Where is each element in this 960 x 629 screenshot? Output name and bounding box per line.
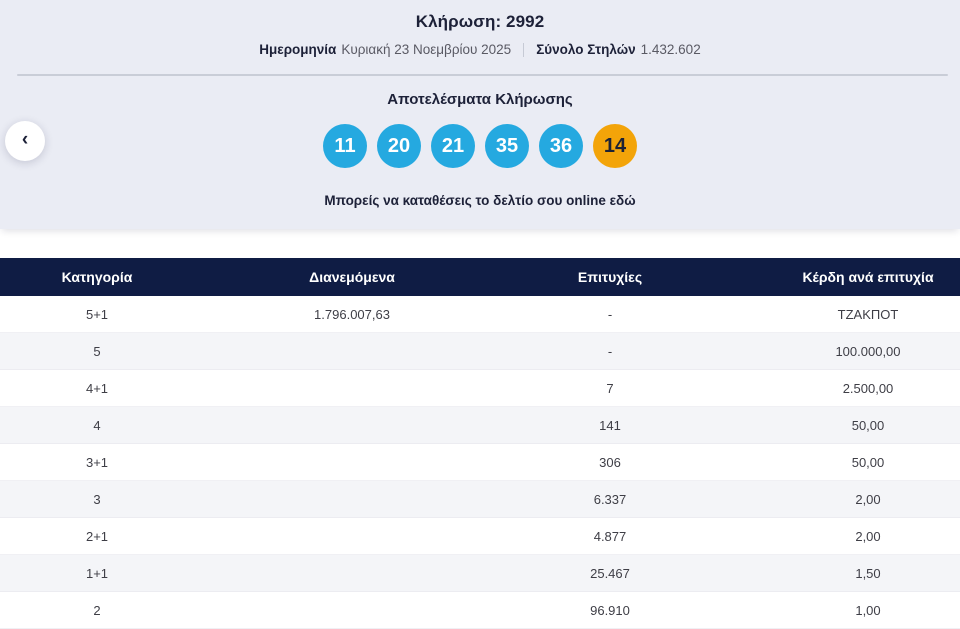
cell-prize: 2.500,00 bbox=[842, 380, 894, 396]
drawn-number-ball: 20 bbox=[377, 124, 421, 168]
header-winners: Επιτυχίες bbox=[577, 269, 643, 285]
cell-winners: 306 bbox=[599, 454, 621, 470]
prize-table: Κατηγορία Διανεμόμενα Επιτυχίες Κέρδη αν… bbox=[0, 258, 960, 629]
meta-divider bbox=[523, 42, 525, 57]
cell-winners: 7 bbox=[606, 380, 614, 396]
table-row: 5+1 1.796.007,63 - ΤΖΑΚΠΟΤ bbox=[0, 296, 960, 333]
table-row: 2 96.910 1,00 bbox=[0, 592, 960, 629]
draw-hero: Κλήρωση: 2992 Ημερομηνία Κυριακή 23 Νοεμ… bbox=[0, 0, 960, 229]
cell-distributed: 1.796.007,63 bbox=[314, 306, 390, 322]
bonus-number-ball: 14 bbox=[593, 124, 637, 168]
prize-table-body: 5+1 1.796.007,63 - ΤΖΑΚΠΟΤ 5 - 100.000,00 4+1 7 2… bbox=[0, 296, 960, 629]
table-row: 5 - 100.000,00 bbox=[0, 333, 960, 370]
cell-category: 3+1 bbox=[85, 454, 109, 470]
date-label: Ημερομηνία bbox=[259, 42, 337, 57]
cell-category: 4+1 bbox=[85, 380, 109, 396]
previous-draw-button[interactable]: ‹ bbox=[5, 121, 45, 161]
table-row: 3 6.337 2,00 bbox=[0, 481, 960, 518]
draw-meta: Ημερομηνία Κυριακή 23 Νοεμβρίου 2025 Σύν… bbox=[259, 42, 700, 57]
cell-category: 2+1 bbox=[85, 528, 109, 544]
cell-category: 5 bbox=[93, 343, 101, 359]
cell-prize: 2,00 bbox=[855, 491, 881, 507]
cell-winners: 96.910 bbox=[590, 602, 630, 618]
date-value: Κυριακή 23 Νοεμβρίου 2025 bbox=[341, 42, 512, 57]
table-row: 2+1 4.877 2,00 bbox=[0, 518, 960, 555]
prize-table-header: Κατηγορία Διανεμόμενα Επιτυχίες Κέρδη αν… bbox=[0, 258, 960, 296]
cell-prize: ΤΖΑΚΠΟΤ bbox=[837, 306, 899, 322]
header-distributed: Διανεμόμενα bbox=[309, 269, 395, 285]
drawn-number-ball: 36 bbox=[539, 124, 583, 168]
chevron-left-icon: ‹ bbox=[21, 129, 29, 150]
cell-winners: 4.877 bbox=[593, 528, 627, 544]
cell-winners: - bbox=[607, 306, 613, 322]
header-category: Κατηγορία bbox=[61, 269, 133, 285]
cell-prize: 50,00 bbox=[851, 417, 885, 433]
hero-divider bbox=[17, 74, 948, 76]
cell-prize: 1,00 bbox=[855, 602, 881, 618]
cell-prize: 50,00 bbox=[851, 454, 885, 470]
cell-category: 1+1 bbox=[85, 565, 109, 581]
cell-category: 2 bbox=[93, 602, 101, 618]
cell-winners: 6.337 bbox=[593, 491, 627, 507]
cell-category: 3 bbox=[93, 491, 101, 507]
cell-winners: 25.467 bbox=[590, 565, 630, 581]
results-title: Αποτελέσματα Κλήρωσης bbox=[387, 91, 573, 108]
cell-category: 5+1 bbox=[85, 306, 109, 322]
cell-winners: - bbox=[607, 343, 613, 359]
drawn-number-ball: 35 bbox=[485, 124, 529, 168]
cell-prize: 1,50 bbox=[855, 565, 881, 581]
draw-title: Κλήρωση: 2992 bbox=[415, 12, 545, 31]
drawn-number-ball: 11 bbox=[323, 124, 367, 168]
drawn-number-ball: 21 bbox=[431, 124, 475, 168]
table-row: 4 141 50,00 bbox=[0, 407, 960, 444]
header-prize-per-win: Κέρδη ανά επιτυχία bbox=[802, 269, 934, 285]
table-row: 4+1 7 2.500,00 bbox=[0, 370, 960, 407]
cell-winners: 141 bbox=[599, 417, 621, 433]
total-columns-value: 1.432.602 bbox=[640, 42, 701, 57]
total-columns-label: Σύνολο Στηλών bbox=[536, 42, 636, 57]
table-row: 1+1 25.467 1,50 bbox=[0, 555, 960, 592]
cell-category: 4 bbox=[93, 417, 101, 433]
drawn-numbers: 11 20 21 35 36 14 bbox=[323, 124, 637, 168]
cell-prize: 100.000,00 bbox=[835, 343, 901, 359]
submit-slip-online-link[interactable]: Μπορείς να καταθέσεις το δελτίο σου onli… bbox=[324, 193, 635, 208]
table-row: 3+1 306 50,00 bbox=[0, 444, 960, 481]
cell-prize: 2,00 bbox=[855, 528, 881, 544]
